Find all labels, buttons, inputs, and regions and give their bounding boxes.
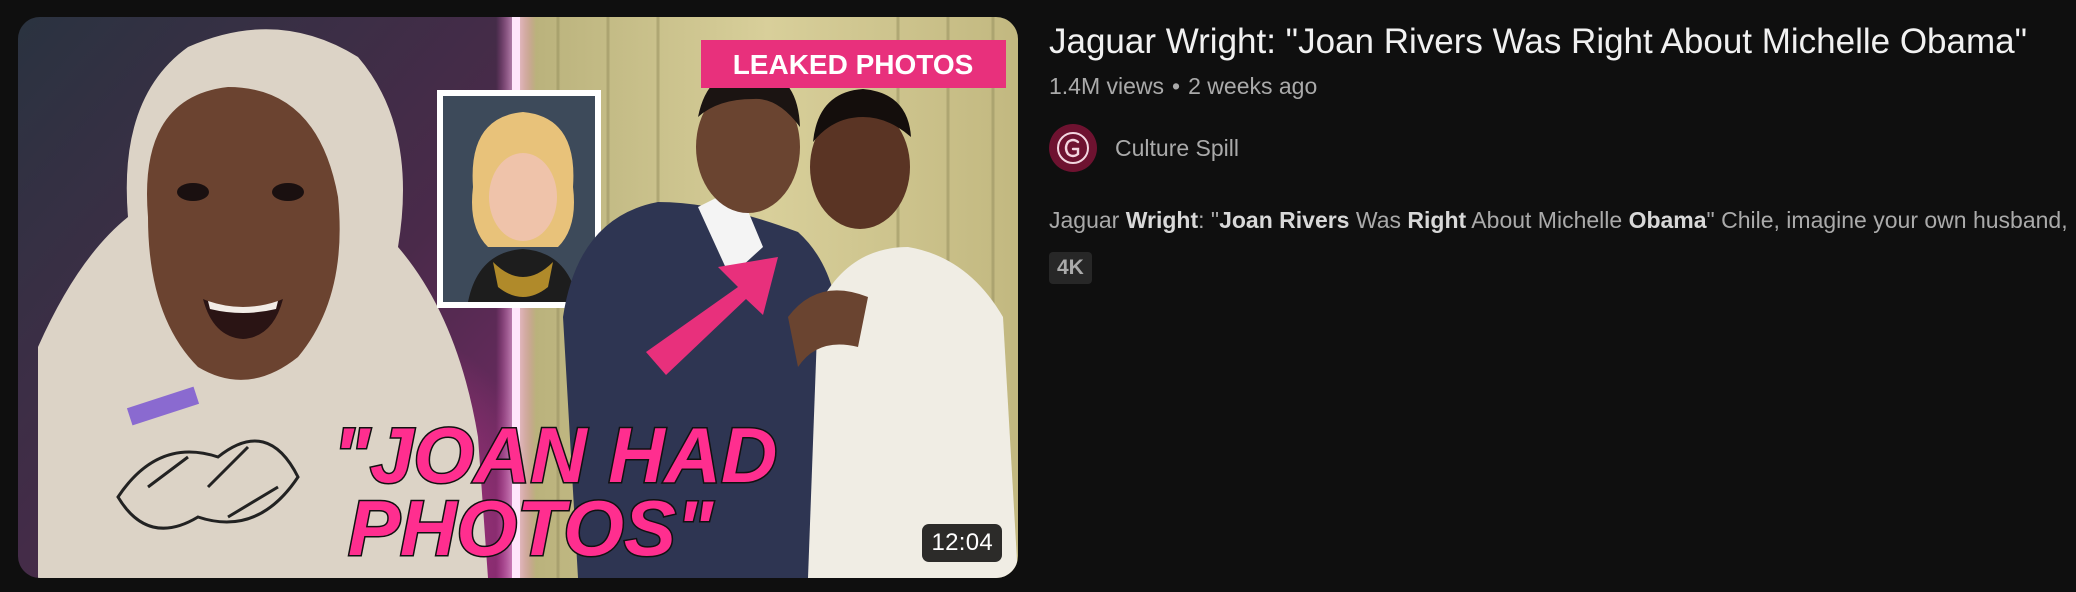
thumbnail-caption-line2: PHOTOS" xyxy=(348,484,714,572)
description-text: Jaguar xyxy=(1049,207,1126,233)
view-count: 1.4M views xyxy=(1049,73,1165,99)
video-stats: 1.4M views • 2 weeks ago xyxy=(1049,70,2076,102)
description-text: : " xyxy=(1198,207,1220,233)
channel-avatar[interactable] xyxy=(1049,124,1097,172)
quality-badge-4k: 4K xyxy=(1049,252,1092,284)
thumbnail-artwork: LEAKED PHOTOS "JOAN HAD PHOTOS" xyxy=(18,17,1018,578)
video-title[interactable]: Jaguar Wright: "Joan Rivers Was Right Ab… xyxy=(1049,18,2076,66)
description-highlight: Wright xyxy=(1125,207,1199,233)
channel-name[interactable]: Culture Spill xyxy=(1115,135,1239,162)
description-highlight: Obama xyxy=(1628,207,1707,233)
channel-logo-icon xyxy=(1057,132,1089,164)
video-metadata: Jaguar Wright: "Joan Rivers Was Right Ab… xyxy=(1049,18,2076,284)
channel-row: Culture Spill xyxy=(1049,124,2076,172)
thumbnail-banner-text: LEAKED PHOTOS xyxy=(733,49,974,80)
stats-separator: • xyxy=(1172,73,1181,99)
video-result-row: LEAKED PHOTOS "JOAN HAD PHOTOS" 12:04 Ja… xyxy=(0,0,2076,592)
description-highlight: Joan Rivers xyxy=(1219,207,1350,233)
description-text: About Michelle xyxy=(1466,207,1629,233)
description-text: " Chile, imagine your own husband, ... xyxy=(1706,207,2076,233)
video-thumbnail[interactable]: LEAKED PHOTOS "JOAN HAD PHOTOS" 12:04 xyxy=(18,17,1018,578)
duration-badge: 12:04 xyxy=(922,524,1002,562)
description-text: Was xyxy=(1349,207,1408,233)
description-highlight: Right xyxy=(1407,207,1467,233)
video-description-snippet: Jaguar Wright: "Joan Rivers Was Right Ab… xyxy=(1049,204,2076,236)
upload-age: 2 weeks ago xyxy=(1188,73,1318,99)
